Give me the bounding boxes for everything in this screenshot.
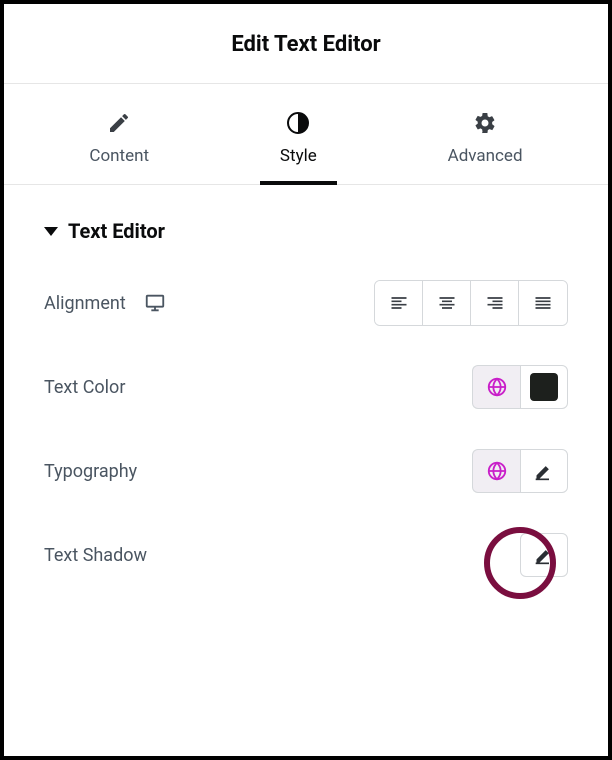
caret-down-icon (44, 227, 58, 236)
global-color-button[interactable] (472, 365, 520, 409)
tab-content[interactable]: Content (69, 102, 169, 184)
gear-icon (472, 110, 498, 136)
alignment-label: Alignment (44, 293, 126, 314)
pencil-icon (534, 545, 554, 565)
tab-style[interactable]: Style (260, 102, 337, 184)
alignment-group (374, 280, 568, 326)
panel-title: Edit Text Editor (4, 4, 608, 83)
align-justify-button[interactable] (519, 281, 567, 325)
tabs: Content Style Advanced (4, 84, 608, 185)
align-right-button[interactable] (471, 281, 519, 325)
row-typography: Typography (44, 447, 568, 495)
half-circle-icon (285, 110, 311, 136)
section-header[interactable]: Text Editor (44, 219, 568, 243)
desktop-icon[interactable] (144, 292, 166, 314)
section-title: Text Editor (68, 219, 165, 243)
globe-icon (486, 376, 508, 398)
align-left-button[interactable] (375, 281, 423, 325)
globe-icon (486, 460, 508, 482)
tab-style-label: Style (280, 146, 317, 166)
pencil-icon (106, 110, 132, 136)
color-swatch (530, 373, 558, 401)
tab-content-label: Content (89, 146, 149, 166)
pencil-icon (534, 461, 554, 481)
align-center-button[interactable] (423, 281, 471, 325)
row-text-shadow: Text Shadow (44, 531, 568, 579)
global-typography-button[interactable] (472, 449, 520, 493)
text-shadow-label: Text Shadow (44, 545, 147, 566)
color-picker-button[interactable] (520, 365, 568, 409)
row-alignment: Alignment (44, 279, 568, 327)
text-color-label: Text Color (44, 377, 125, 398)
tab-advanced[interactable]: Advanced (428, 102, 543, 184)
typography-label: Typography (44, 461, 137, 482)
tab-advanced-label: Advanced (448, 146, 523, 166)
row-text-color: Text Color (44, 363, 568, 411)
typography-edit-button[interactable] (520, 449, 568, 493)
text-shadow-edit-button[interactable] (520, 533, 568, 577)
section-text-editor: Text Editor Alignment Text Color (4, 185, 608, 635)
